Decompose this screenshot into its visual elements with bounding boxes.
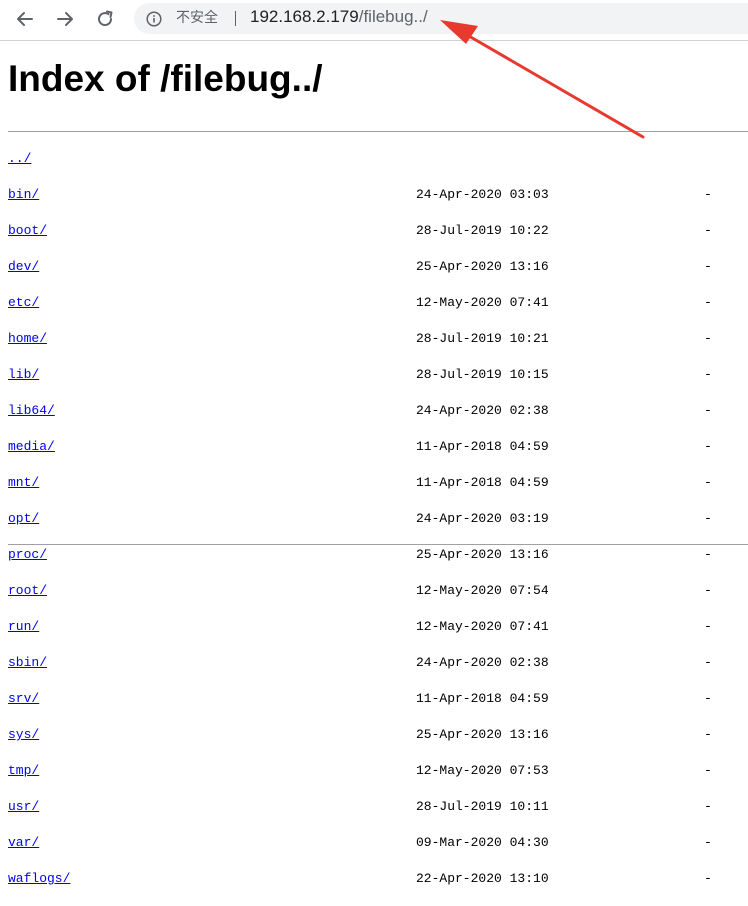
- file-size: -: [704, 727, 712, 742]
- directory-link[interactable]: media/: [8, 438, 55, 456]
- modified-date: 24-Apr-2020 02:38: [416, 655, 549, 670]
- modified-date: 25-Apr-2020 13:16: [416, 727, 549, 742]
- file-size: -: [704, 547, 712, 562]
- file-size: -: [704, 295, 712, 310]
- directory-link[interactable]: bin/: [8, 186, 39, 204]
- reload-icon: [98, 10, 113, 27]
- directory-link[interactable]: sys/: [8, 726, 39, 744]
- file-size: -: [704, 367, 712, 382]
- directory-link[interactable]: lib/: [8, 366, 39, 384]
- directory-link[interactable]: etc/: [8, 294, 39, 312]
- modified-date: 24-Apr-2020 02:38: [416, 403, 549, 418]
- file-size: -: [704, 259, 712, 274]
- modified-date: 09-Mar-2020 04:30: [416, 835, 549, 850]
- directory-link[interactable]: proc/: [8, 546, 47, 564]
- parent-directory-link[interactable]: ../: [8, 150, 31, 168]
- directory-link[interactable]: dev/: [8, 258, 39, 276]
- forward-button[interactable]: [52, 6, 78, 32]
- directory-link[interactable]: waflogs/: [8, 870, 70, 888]
- url-path: /filebug../: [358, 7, 428, 26]
- file-size: -: [704, 655, 712, 670]
- modified-date: 28-Jul-2019 10:22: [416, 223, 549, 238]
- back-arrow-icon: [17, 12, 33, 26]
- modified-date: 11-Apr-2018 04:59: [416, 475, 549, 490]
- file-size: -: [704, 583, 712, 598]
- file-size: -: [704, 331, 712, 346]
- directory-link[interactable]: usr/: [8, 798, 39, 816]
- forward-arrow-icon: [57, 12, 73, 26]
- modified-date: 12-May-2020 07:53: [416, 763, 549, 778]
- file-size: -: [704, 763, 712, 778]
- toolbar-divider: [0, 40, 748, 41]
- directory-link[interactable]: opt/: [8, 510, 39, 528]
- directory-link[interactable]: srv/: [8, 690, 39, 708]
- horizontal-rule-bottom: [8, 544, 748, 545]
- address-bar[interactable]: 不安全 192.168.2.179/filebug../: [134, 3, 748, 34]
- reload-button[interactable]: [92, 6, 118, 32]
- file-size: -: [704, 187, 712, 202]
- modified-date: 24-Apr-2020 03:03: [416, 187, 549, 202]
- directory-link[interactable]: run/: [8, 618, 39, 636]
- file-size: -: [704, 511, 712, 526]
- directory-link[interactable]: tmp/: [8, 762, 39, 780]
- modified-date: 28-Jul-2019 10:11: [416, 799, 549, 814]
- modified-date: 12-May-2020 07:54: [416, 583, 549, 598]
- file-size: -: [704, 871, 712, 886]
- file-size: -: [704, 439, 712, 454]
- modified-date: 11-Apr-2018 04:59: [416, 439, 549, 454]
- modified-date: 22-Apr-2020 13:10: [416, 871, 549, 886]
- file-size: -: [704, 691, 712, 706]
- directory-link[interactable]: mnt/: [8, 474, 39, 492]
- url-host: 192.168.2.179: [250, 7, 359, 26]
- file-size: -: [704, 619, 712, 634]
- modified-date: 24-Apr-2020 03:19: [416, 511, 549, 526]
- file-size: -: [704, 475, 712, 490]
- modified-date: 11-Apr-2018 04:59: [416, 691, 549, 706]
- modified-date: 25-Apr-2020 13:16: [416, 547, 549, 562]
- back-button[interactable]: [12, 6, 38, 32]
- modified-date: 28-Jul-2019 10:15: [416, 367, 549, 382]
- directory-link[interactable]: boot/: [8, 222, 47, 240]
- browser-toolbar: 不安全 192.168.2.179/filebug../: [0, 0, 748, 38]
- directory-link[interactable]: home/: [8, 330, 47, 348]
- modified-date: 28-Jul-2019 10:21: [416, 331, 549, 346]
- directory-link[interactable]: sbin/: [8, 654, 47, 672]
- modified-date: 12-May-2020 07:41: [416, 619, 549, 634]
- directory-link[interactable]: lib64/: [8, 402, 55, 420]
- address-separator: [235, 11, 236, 26]
- modified-date: 12-May-2020 07:41: [416, 295, 549, 310]
- directory-link[interactable]: root/: [8, 582, 47, 600]
- horizontal-rule-top: [8, 131, 748, 132]
- page-title: Index of /filebug../: [8, 58, 323, 99]
- file-size: -: [704, 799, 712, 814]
- modified-date: 25-Apr-2020 13:16: [416, 259, 549, 274]
- file-size: -: [704, 223, 712, 238]
- directory-link[interactable]: var/: [8, 834, 39, 852]
- url-text[interactable]: 192.168.2.179/filebug../: [250, 6, 428, 28]
- file-size: -: [704, 403, 712, 418]
- security-status-label[interactable]: 不安全: [176, 9, 218, 27]
- info-icon[interactable]: [146, 11, 162, 27]
- file-size: -: [704, 835, 712, 850]
